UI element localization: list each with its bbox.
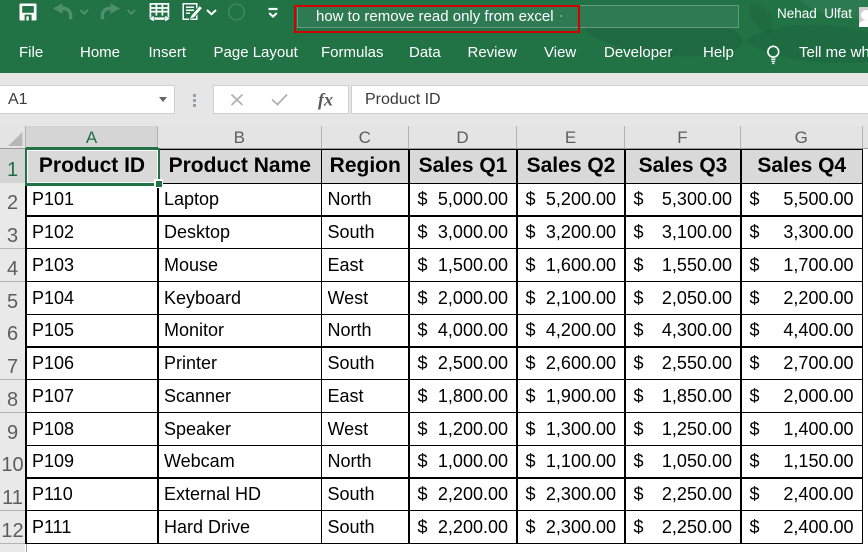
svg-text:fx: fx (318, 90, 333, 110)
